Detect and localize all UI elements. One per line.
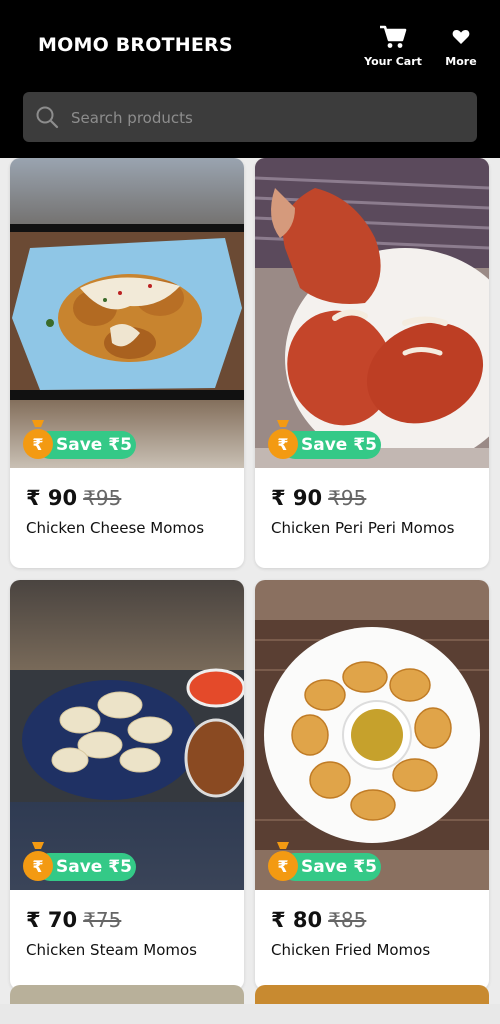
current-price: ₹ 80 xyxy=(271,908,323,932)
money-bag-icon: ₹ xyxy=(22,418,54,464)
more-button[interactable]: More xyxy=(426,24,496,68)
current-price: ₹ 90 xyxy=(26,486,78,510)
product-name: Chicken Fried Momos xyxy=(271,941,431,959)
save-badge: ₹ Save ₹5 xyxy=(267,842,381,882)
cart-icon xyxy=(358,24,428,50)
save-text: Save ₹5 xyxy=(56,435,132,455)
search-input[interactable] xyxy=(69,92,463,144)
cart-button[interactable]: Your Cart xyxy=(358,24,428,68)
original-price: ₹95 xyxy=(328,486,367,510)
save-text: Save ₹5 xyxy=(56,857,132,877)
app-header: MOMO BROTHERS Your Cart More xyxy=(0,0,500,158)
money-bag-icon: ₹ xyxy=(22,840,54,886)
product-card[interactable]: ₹ Save ₹5 ₹ 80 ₹85 Chicken Fried Momos xyxy=(255,580,489,990)
save-badge: ₹ Save ₹5 xyxy=(22,842,136,882)
product-name: Chicken Cheese Momos xyxy=(26,519,205,537)
search-icon xyxy=(35,105,59,133)
cart-label: Your Cart xyxy=(364,55,422,68)
svg-text:₹: ₹ xyxy=(277,435,288,454)
product-name: Chicken Peri Peri Momos xyxy=(271,519,455,537)
product-card[interactable]: ₹ Save ₹5 ₹ 90 ₹95 Chicken Peri Peri Momo… xyxy=(255,158,489,568)
svg-text:₹: ₹ xyxy=(32,435,43,454)
original-price: ₹85 xyxy=(328,908,367,932)
save-text: Save ₹5 xyxy=(301,857,377,877)
original-price: ₹95 xyxy=(83,486,122,510)
money-bag-icon: ₹ xyxy=(267,418,299,464)
price-row: ₹ 70 ₹75 xyxy=(26,908,121,932)
more-label: More xyxy=(445,55,477,68)
product-name: Chicken Steam Momos xyxy=(26,941,197,959)
bottom-bar xyxy=(0,1004,500,1024)
product-card[interactable]: ₹ Save ₹5 ₹ 90 ₹95 Chicken Cheese Momos xyxy=(10,158,244,568)
svg-text:₹: ₹ xyxy=(32,857,43,876)
search-bar[interactable] xyxy=(23,92,477,144)
money-bag-icon: ₹ xyxy=(267,840,299,886)
price-row: ₹ 90 ₹95 xyxy=(271,486,366,510)
price-row: ₹ 90 ₹95 xyxy=(26,486,121,510)
original-price: ₹75 xyxy=(83,908,122,932)
current-price: ₹ 90 xyxy=(271,486,323,510)
save-badge: ₹ Save ₹5 xyxy=(22,420,136,460)
product-card[interactable]: ₹ Save ₹5 ₹ 70 ₹75 Chicken Steam Momos xyxy=(10,580,244,990)
svg-text:₹: ₹ xyxy=(277,857,288,876)
price-row: ₹ 80 ₹85 xyxy=(271,908,366,932)
save-text: Save ₹5 xyxy=(301,435,377,455)
save-badge: ₹ Save ₹5 xyxy=(267,420,381,460)
heart-icon xyxy=(426,24,496,50)
current-price: ₹ 70 xyxy=(26,908,78,932)
brand-title: MOMO BROTHERS xyxy=(38,34,233,56)
